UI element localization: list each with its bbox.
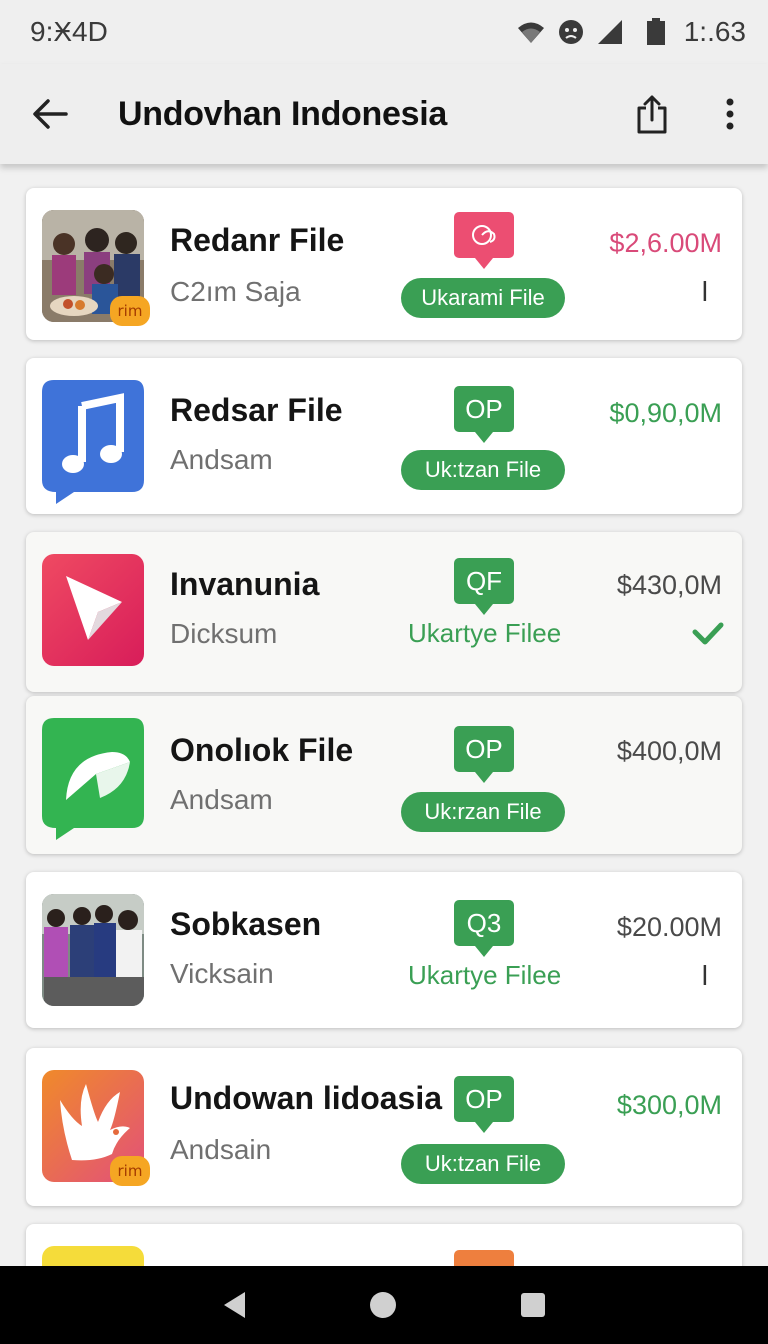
tag-pointer [475, 432, 493, 443]
list-item[interactable]: Sobkasen Vicksain Q3 Ukartye Filee $20.0… [26, 872, 742, 1028]
item-title: Invanunia [170, 566, 320, 602]
item-trailing-mark: l [701, 276, 708, 307]
item-title: Undowan lidoasia [170, 1080, 443, 1116]
arrow-left-icon [33, 99, 68, 129]
item-title: Redanr File [170, 222, 345, 258]
item-title: Sobkasen [170, 906, 322, 942]
item-subtitle: Andsam [170, 784, 273, 815]
item-action-link[interactable]: Ukartye Filee [408, 618, 561, 649]
item-price: $20.00M [616, 912, 722, 942]
nav-recents-icon[interactable] [519, 1291, 547, 1319]
item-thumbnail: rim [42, 210, 150, 326]
list-item[interactable]: Onolıok File Andsam OP Uk:rzan File $400… [26, 696, 742, 854]
list-item[interactable]: rim Redanr File C2ım Saja Ukarami File $… [26, 188, 742, 340]
item-thumbnail [42, 718, 144, 840]
nav-back-icon[interactable] [221, 1290, 247, 1320]
item-tag [454, 212, 514, 258]
do-not-disturb-icon [558, 20, 583, 44]
item-subtitle: C2ım Saja [170, 276, 301, 307]
item-trailing-mark: l [701, 960, 708, 991]
file-list: rim Redanr File C2ım Saja Ukarami File $… [0, 164, 768, 1266]
item-subtitle: Andsain [170, 1134, 272, 1165]
list-item[interactable]: Redsar File Andsam OP Uk:tzan File $0,90… [26, 358, 742, 514]
item-tag: OP [454, 726, 514, 772]
item-subtitle: Dicksum [170, 618, 278, 649]
list-item[interactable]: rim Undowan lidoasia Andsain OP Uk:tzan … [26, 1048, 742, 1206]
system-nav-bar [0, 1266, 768, 1344]
tag-pointer [475, 772, 493, 783]
photo-group-image [42, 894, 144, 1006]
badge: rim [110, 296, 150, 326]
item-subtitle: Andsam [170, 444, 273, 475]
item-title: Onolıok File [170, 732, 354, 768]
item-thumbnail [42, 1246, 144, 1266]
item-action-link[interactable]: Ukartye Filee [408, 960, 561, 991]
nav-home-icon[interactable] [368, 1290, 398, 1320]
check-icon [692, 622, 724, 645]
tag-pointer [475, 1122, 493, 1133]
status-time: 9:Ӿ4D [30, 16, 108, 47]
item-action-button[interactable]: Uk:rzan File [401, 792, 565, 832]
tag-pointer [475, 604, 493, 615]
status-icons: 1:.63 [516, 16, 746, 48]
cursor-arrow-icon [66, 576, 122, 640]
share-icon [637, 95, 667, 134]
share-button[interactable] [622, 84, 682, 144]
back-button[interactable] [0, 64, 100, 164]
item-tag: OP [454, 1076, 514, 1122]
page-title: Undovhan Indonesia [118, 94, 447, 133]
item-tag: Q3 [454, 900, 514, 946]
more-vert-icon [726, 98, 734, 130]
item-tag [454, 1250, 514, 1266]
badge: rim [110, 1156, 150, 1186]
item-price: $400,0M [616, 736, 722, 766]
music-note-icon [42, 380, 144, 504]
item-thumbnail [42, 554, 144, 666]
item-price: $2,6.00M [609, 228, 722, 258]
item-action-button[interactable]: Uk:tzan File [401, 450, 565, 490]
item-action-button[interactable]: Uk:tzan File [401, 1144, 565, 1184]
item-subtitle: Vicksain [170, 958, 274, 989]
wifi-icon [517, 22, 544, 43]
app-bar: Undovhan Indonesia [0, 64, 768, 164]
item-price: $0,90,0M [609, 398, 722, 428]
tag-pointer [475, 946, 493, 957]
status-clock: 1:.63 [683, 16, 746, 47]
cell-signal-icon [597, 20, 622, 44]
item-price: $430,0M [616, 570, 722, 600]
status-bar: 9:Ӿ4D 1:.63 [0, 0, 768, 64]
item-thumbnail [42, 894, 144, 1006]
tag-pointer [475, 258, 493, 269]
item-tag: QF [454, 558, 514, 604]
item-title: Redsar File [170, 392, 343, 428]
item-price: $300,0M [616, 1090, 722, 1120]
item-tag: OP [454, 386, 514, 432]
swirl-icon [472, 225, 496, 245]
item-thumbnail: rim [42, 1070, 150, 1186]
more-options-button[interactable] [710, 84, 750, 144]
battery-icon [646, 18, 665, 45]
item-thumbnail [42, 380, 144, 504]
chat-bubble-icon [42, 718, 144, 840]
list-item[interactable]: Invanunia Dicksum QF Ukartye Filee $430,… [26, 532, 742, 692]
list-item[interactable] [26, 1224, 742, 1266]
item-action-button[interactable]: Ukarami File [401, 278, 565, 318]
